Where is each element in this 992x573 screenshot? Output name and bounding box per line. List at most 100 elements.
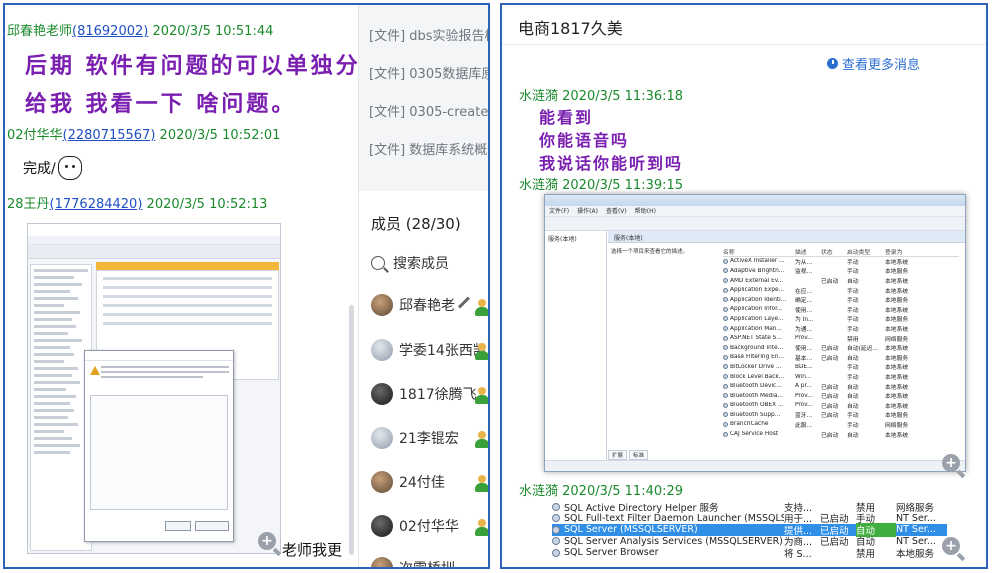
service-name-cell: Application Man... bbox=[723, 326, 795, 332]
member-item[interactable]: 邱春艳老 bbox=[371, 294, 455, 316]
file-item[interactable]: [文件] 0305数据库原理... bbox=[369, 63, 488, 82]
table-row[interactable]: Application Man... 为通... 手动 本地系统 bbox=[723, 324, 959, 334]
gear-icon bbox=[723, 268, 728, 274]
service-status: 已启动 bbox=[821, 432, 839, 439]
message-text-line: 你能语音吗 bbox=[539, 131, 630, 150]
file-item[interactable]: [文件] 0305-create stu... bbox=[369, 101, 488, 120]
service-name: CAJ Service Host bbox=[730, 431, 779, 438]
service-startup: 手动 bbox=[847, 422, 859, 429]
sender-qq-link[interactable]: (81692002) bbox=[72, 24, 148, 39]
service-name-cell: SQL Active Directory Helper 服务 bbox=[552, 500, 784, 514]
table-row[interactable]: AMD External Ev... 已启动 自动 本地系统 bbox=[723, 276, 959, 286]
zoom-in-icon[interactable]: + bbox=[942, 454, 960, 472]
service-name: Bluetooth Supp... bbox=[730, 411, 781, 418]
message-text: 完成/ bbox=[23, 156, 82, 180]
member-item[interactable]: 24付佳 bbox=[371, 471, 445, 493]
service-name-cell: CAJ Service Host bbox=[723, 431, 795, 437]
gear-icon bbox=[723, 335, 728, 341]
table-row[interactable]: Bluetooth Media... Prov... 已启动 自动 本地系统 bbox=[723, 391, 959, 401]
gear-icon bbox=[723, 393, 728, 399]
table-row[interactable]: Background Inte... 使用... 已启动 自动(延迟... 本地系统 bbox=[723, 343, 959, 353]
chat-scrollbar[interactable] bbox=[349, 305, 354, 555]
gear-icon bbox=[723, 383, 728, 389]
message-header[interactable]: 水涟漪 2020/3/5 11:36:18 bbox=[519, 85, 683, 104]
gear-icon bbox=[552, 502, 560, 511]
message-time: 2020/3/5 10:52:13 bbox=[146, 197, 268, 212]
service-logon: 本地系统 bbox=[885, 432, 909, 439]
file-item[interactable]: [文件] dbs实验报告样... bbox=[369, 25, 488, 44]
table-row[interactable]: Application Infor... 使用... 手动 本地系统 bbox=[723, 305, 959, 315]
service-name: ActiveX Installer ... bbox=[730, 258, 785, 265]
view-more-messages-link[interactable]: 查看更多消息 bbox=[827, 54, 920, 73]
sender-name[interactable]: 28王丹 bbox=[7, 197, 50, 212]
table-row[interactable]: Adaptive Brightn... 监视... 手动 本地服务 bbox=[723, 266, 959, 276]
service-status: 已启动 bbox=[821, 279, 839, 286]
member-item[interactable]: 次雷桥圳 bbox=[371, 557, 455, 567]
bear-emoji-icon bbox=[57, 156, 82, 180]
service-startup: 禁用 bbox=[847, 336, 859, 343]
message-text-line: 给我 我看一下 啥问题。 bbox=[25, 92, 297, 117]
table-row[interactable]: ActiveX Installer ... 为从... 手动 本地系统 bbox=[723, 257, 959, 267]
shared-screenshot-image[interactable] bbox=[27, 223, 281, 554]
service-logon: 本地系统 bbox=[885, 279, 909, 286]
table-row[interactable]: BitLocker Drive ... BDE... 手动 本地系统 bbox=[723, 362, 959, 372]
service-desc: 此服... bbox=[795, 422, 813, 429]
table-row[interactable]: Bluetooth OBEX ... Prov... 已启动 自动 本地系统 bbox=[723, 401, 959, 411]
column-header: 启动类型 bbox=[847, 249, 871, 256]
services-table: 名称 描述 状态 启动类型 登录为 ActiveX Installer ... 为从... 手… bbox=[723, 247, 959, 439]
table-row[interactable]: Application Expe... 在应... 手动 本地系统 bbox=[723, 285, 959, 295]
gear-icon bbox=[723, 412, 728, 418]
table-row[interactable]: Application Identi... 确定... 手动 本地服务 bbox=[723, 295, 959, 305]
table-row[interactable]: Bluetooth Devic... A pr... 已启动 自动 本地系统 bbox=[723, 381, 959, 391]
service-name: Background Inte... bbox=[730, 344, 784, 351]
screenshot-object-explorer bbox=[30, 264, 92, 551]
column-header: 状态 bbox=[821, 249, 833, 256]
sender-name[interactable]: 邱春艳老师 bbox=[7, 24, 72, 39]
service-logon: 本地系统 bbox=[885, 288, 909, 295]
service-logon: 本地系统 bbox=[885, 259, 909, 266]
member-item[interactable]: 学委14张西凯 bbox=[371, 339, 487, 361]
service-startup: 手动 bbox=[847, 298, 859, 305]
table-row[interactable]: Bluetooth Supp... 蓝牙... 已启动 手动 本地服务 bbox=[723, 410, 959, 420]
service-name-cell: ASP.NET State S... bbox=[723, 335, 795, 341]
service-startup: 手动 bbox=[847, 365, 859, 372]
table-row[interactable]: Application Laye... 为 In... 手动 本地服务 bbox=[723, 314, 959, 324]
service-desc: Win... bbox=[795, 373, 812, 380]
avatar bbox=[371, 557, 393, 567]
service-name: SQL Server Browser bbox=[564, 547, 659, 559]
member-role-icon bbox=[475, 387, 488, 405]
sender-qq-link[interactable]: (2280715567) bbox=[63, 128, 156, 143]
member-item[interactable]: 1817徐腾飞 bbox=[371, 383, 477, 405]
file-item[interactable]: [文件] 数据库系统概论... bbox=[369, 139, 488, 158]
message-header[interactable]: 水涟漪 2020/3/5 11:39:15 bbox=[519, 174, 683, 193]
service-name: Bluetooth OBEX ... bbox=[730, 402, 784, 409]
tree-node: 服务(本地) bbox=[548, 236, 577, 243]
services-screenshot-image[interactable]: 文件(F) 操作(A) 查看(V) 帮助(H) 服务(本地) 服务(本地) 选择… bbox=[544, 194, 966, 472]
service-desc: 为通... bbox=[795, 327, 813, 334]
service-name: AMD External Ev... bbox=[730, 277, 784, 284]
member-item[interactable]: 21李锟宏 bbox=[371, 427, 459, 449]
table-row[interactable]: Block Level Back... Win... 手动 本地系统 bbox=[723, 372, 959, 382]
service-name-cell: SQL Full-text Filter Daemon Launcher (MS… bbox=[552, 513, 784, 524]
sender-name[interactable]: 02付华华 bbox=[7, 128, 63, 143]
table-row[interactable]: ASP.NET State S... Prov... 禁用 网络服务 bbox=[723, 333, 959, 343]
member-name: 邱春艳老 bbox=[399, 298, 455, 314]
services-list-screenshot[interactable]: SQL Active Directory Helper 服务 支持... 禁用 网络服… bbox=[552, 500, 947, 560]
zoom-in-icon[interactable]: + bbox=[258, 532, 276, 550]
sender-qq-link[interactable]: (1776284420) bbox=[50, 197, 143, 212]
table-row[interactable]: Base Filtering En... 基本... 已启动 自动 本地服务 bbox=[723, 353, 959, 363]
member-role-icon bbox=[475, 519, 488, 537]
zoom-in-icon[interactable]: + bbox=[942, 537, 960, 555]
service-name-cell: SQL Server Browser bbox=[552, 547, 784, 558]
service-name-cell: ActiveX Installer ... bbox=[723, 258, 795, 264]
service-row[interactable]: SQL Server Browser 将 S... 禁用 本地服务 bbox=[552, 547, 947, 560]
service-status: 已启动 bbox=[821, 384, 839, 391]
table-row[interactable]: BranchCache 此服... 手动 网络服务 bbox=[723, 420, 959, 430]
member-item[interactable]: 02付华华 bbox=[371, 515, 459, 537]
search-members-button[interactable]: 搜索成员 bbox=[371, 253, 449, 273]
service-startup: 自动 bbox=[847, 394, 859, 401]
service-name-cell: SQL Server Analysis Services (MSSQLSERVE… bbox=[552, 536, 784, 547]
table-row[interactable]: CAJ Service Host 已启动 自动 本地系统 bbox=[723, 429, 959, 439]
avatar bbox=[371, 339, 393, 361]
message-header[interactable]: 水涟漪 2020/3/5 11:40:29 bbox=[519, 480, 683, 499]
